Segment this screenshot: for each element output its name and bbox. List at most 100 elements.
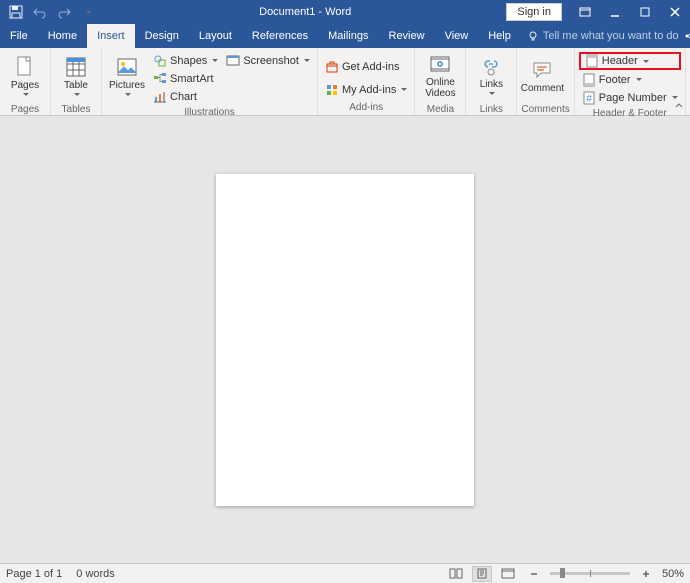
pages-button[interactable]: Pages bbox=[4, 50, 46, 102]
pictures-button[interactable]: Pictures bbox=[106, 50, 148, 102]
web-layout-icon[interactable] bbox=[498, 566, 518, 582]
document-area[interactable] bbox=[0, 116, 690, 563]
smartart-button[interactable]: SmartArt bbox=[150, 70, 221, 87]
share-button[interactable]: Share bbox=[683, 30, 690, 42]
links-button[interactable]: Links bbox=[470, 50, 512, 102]
tell-me-search[interactable] bbox=[527, 30, 683, 42]
group-tables-label: Tables bbox=[55, 102, 97, 117]
tab-design[interactable]: Design bbox=[135, 24, 189, 48]
tab-layout[interactable]: Layout bbox=[189, 24, 242, 48]
zoom-in-icon[interactable] bbox=[636, 566, 656, 582]
group-pages-label: Pages bbox=[4, 102, 46, 117]
group-hf-label: Header & Footer bbox=[579, 106, 681, 121]
print-layout-icon[interactable] bbox=[472, 566, 492, 582]
addins-icon bbox=[325, 83, 339, 97]
tab-file[interactable]: File bbox=[0, 24, 38, 48]
shapes-button[interactable]: Shapes bbox=[150, 52, 221, 69]
word-count[interactable]: 0 words bbox=[76, 568, 115, 580]
group-illustrations-label: Illustrations bbox=[106, 105, 313, 120]
document-page[interactable] bbox=[216, 174, 474, 506]
signin-button[interactable]: Sign in bbox=[506, 3, 562, 21]
zoom-slider[interactable] bbox=[550, 572, 630, 575]
save-icon[interactable] bbox=[6, 2, 26, 22]
group-media-label: Media bbox=[419, 102, 461, 117]
screenshot-icon bbox=[226, 54, 240, 68]
status-bar: Page 1 of 1 0 words 50% bbox=[0, 563, 690, 583]
page-count[interactable]: Page 1 of 1 bbox=[6, 568, 62, 580]
tab-view[interactable]: View bbox=[435, 24, 479, 48]
comment-icon bbox=[531, 59, 553, 81]
tell-me-input[interactable] bbox=[543, 30, 683, 42]
title-bar: Document1 - Word Sign in bbox=[0, 0, 690, 24]
table-button[interactable]: Table bbox=[55, 50, 97, 102]
table-label: Table bbox=[64, 80, 88, 91]
chart-label: Chart bbox=[170, 91, 197, 103]
tab-mailings[interactable]: Mailings bbox=[318, 24, 378, 48]
page-number-button[interactable]: # Page Number bbox=[579, 89, 681, 106]
read-mode-icon[interactable] bbox=[446, 566, 466, 582]
zoom-level[interactable]: 50% bbox=[662, 568, 684, 580]
ribbon-tabs: File Home Insert Design Layout Reference… bbox=[0, 24, 690, 48]
minimize-icon[interactable] bbox=[600, 0, 630, 24]
footer-button[interactable]: Footer bbox=[579, 71, 681, 88]
group-comments-label: Comments bbox=[521, 102, 569, 117]
undo-icon[interactable] bbox=[30, 2, 50, 22]
tab-help[interactable]: Help bbox=[478, 24, 521, 48]
my-addins-button[interactable]: My Add-ins bbox=[322, 81, 410, 98]
page-number-label: Page Number bbox=[599, 92, 667, 104]
redo-icon[interactable] bbox=[54, 2, 74, 22]
page-number-icon: # bbox=[582, 91, 596, 105]
footer-label: Footer bbox=[599, 74, 631, 86]
share-icon bbox=[683, 30, 690, 42]
video-label: Online Videos bbox=[419, 77, 461, 99]
smartart-label: SmartArt bbox=[170, 73, 213, 85]
header-button[interactable]: Header bbox=[579, 52, 681, 70]
comment-button[interactable]: Comment bbox=[521, 50, 563, 102]
group-tables: Table Tables bbox=[51, 48, 102, 115]
comment-label: Comment bbox=[521, 83, 564, 94]
group-links: Links Links bbox=[466, 48, 517, 115]
header-icon bbox=[585, 54, 599, 68]
group-addins-label: Add-ins bbox=[322, 100, 410, 115]
collapse-ribbon-icon[interactable] bbox=[672, 99, 686, 113]
get-addins-button[interactable]: Get Add-ins bbox=[322, 58, 410, 75]
zoom-out-icon[interactable] bbox=[524, 566, 544, 582]
get-addins-label: Get Add-ins bbox=[342, 61, 399, 73]
pages-label: Pages bbox=[11, 80, 39, 91]
header-label: Header bbox=[602, 55, 638, 67]
tab-references[interactable]: References bbox=[242, 24, 318, 48]
shapes-label: Shapes bbox=[170, 55, 207, 67]
screenshot-button[interactable]: Screenshot bbox=[223, 52, 313, 69]
page-icon bbox=[15, 56, 35, 78]
group-illustrations: Pictures Shapes SmartArt Chart Screensho… bbox=[102, 48, 318, 115]
window-title: Document1 - Word bbox=[104, 6, 506, 18]
lightbulb-icon bbox=[527, 30, 539, 42]
pictures-icon bbox=[116, 56, 138, 78]
group-addins: Get Add-ins My Add-ins Add-ins bbox=[318, 48, 415, 115]
maximize-icon[interactable] bbox=[630, 0, 660, 24]
group-links-label: Links bbox=[470, 102, 512, 117]
shapes-icon bbox=[153, 54, 167, 68]
quick-access-toolbar bbox=[0, 2, 104, 22]
link-icon bbox=[481, 57, 501, 77]
group-text: A Text Box A A Text bbox=[686, 48, 690, 115]
tab-review[interactable]: Review bbox=[379, 24, 435, 48]
chart-icon bbox=[153, 90, 167, 104]
online-videos-button[interactable]: Online Videos bbox=[419, 50, 461, 102]
group-media: Online Videos Media bbox=[415, 48, 466, 115]
qat-more-icon[interactable] bbox=[78, 2, 98, 22]
ribbon-display-icon[interactable] bbox=[570, 0, 600, 24]
smartart-icon bbox=[153, 72, 167, 86]
tab-home[interactable]: Home bbox=[38, 24, 87, 48]
close-icon[interactable] bbox=[660, 0, 690, 24]
video-icon bbox=[429, 53, 451, 75]
tab-insert[interactable]: Insert bbox=[87, 24, 135, 48]
ribbon: Pages Pages Table Tables Pictures Shapes… bbox=[0, 48, 690, 116]
svg-text:#: # bbox=[586, 93, 593, 105]
store-icon bbox=[325, 60, 339, 74]
table-icon bbox=[65, 56, 87, 78]
group-pages: Pages Pages bbox=[0, 48, 51, 115]
window-controls: Sign in bbox=[506, 0, 690, 24]
screenshot-label: Screenshot bbox=[243, 55, 299, 67]
chart-button[interactable]: Chart bbox=[150, 88, 221, 105]
